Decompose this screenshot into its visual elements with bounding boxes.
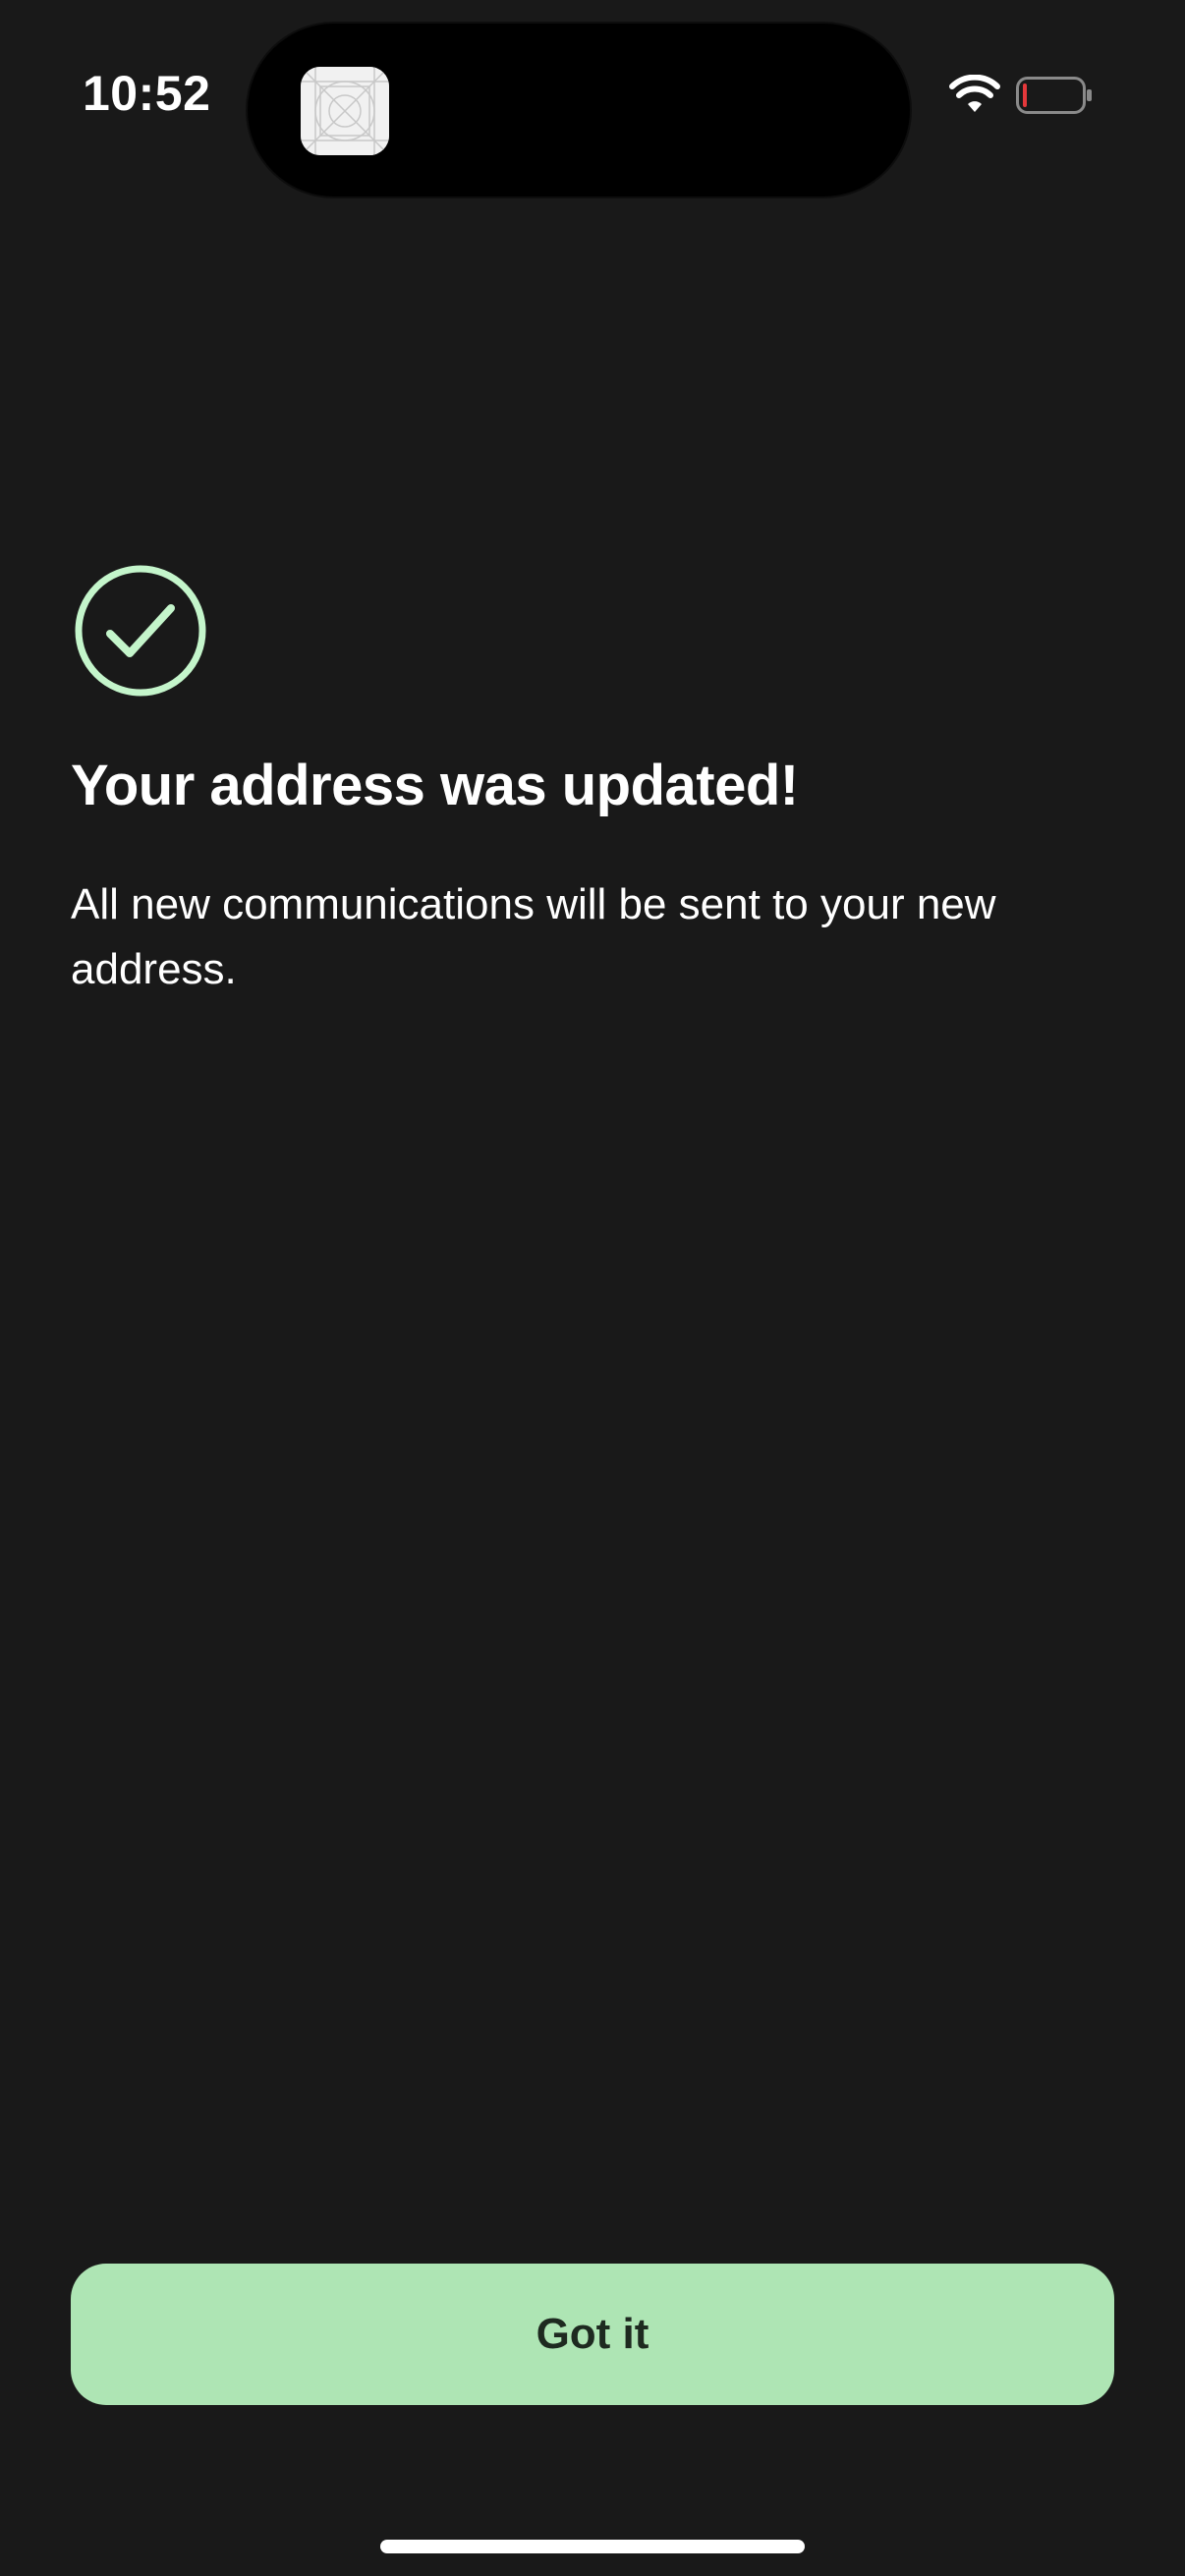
page-title: Your address was updated! bbox=[71, 754, 799, 817]
status-bar: 10:52 bbox=[0, 0, 1185, 196]
app-placeholder-icon bbox=[301, 67, 389, 155]
dynamic-island bbox=[248, 24, 910, 196]
check-circle-icon bbox=[75, 565, 206, 697]
got-it-button-label: Got it bbox=[536, 2310, 649, 2358]
wifi-icon bbox=[949, 75, 1000, 112]
status-time: 10:52 bbox=[83, 66, 211, 121]
battery-icon bbox=[1016, 77, 1092, 114]
battery-level-fill bbox=[1023, 84, 1027, 107]
home-indicator[interactable] bbox=[380, 2540, 805, 2553]
confirmation-message: All new communications will be sent to y… bbox=[71, 880, 996, 993]
got-it-button[interactable]: Got it bbox=[71, 2264, 1114, 2405]
